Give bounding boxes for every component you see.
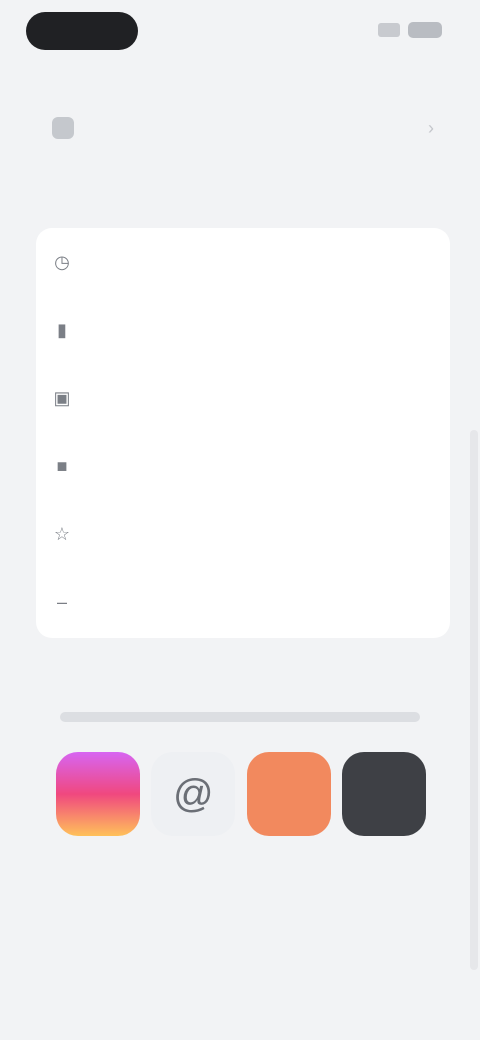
orange-app-icon[interactable] [246, 752, 331, 836]
menu-item-6[interactable]: – [36, 568, 450, 636]
bookmark-icon: ▮ [57, 319, 67, 340]
scrollbar[interactable] [470, 430, 478, 970]
signal-icon [378, 23, 400, 37]
menu-item-5[interactable]: ☆ [36, 500, 450, 568]
star-icon: ☆ [53, 523, 71, 544]
menu-item-1[interactable]: ◷ [36, 228, 450, 296]
status-icons [378, 22, 442, 38]
square-icon: ■ [56, 455, 68, 476]
menu-item-2[interactable]: ▮ [36, 296, 450, 364]
apps-subtitle-placeholder [60, 712, 420, 722]
dark-app-icon[interactable] [341, 752, 426, 836]
archive-icon: ▣ [53, 387, 71, 408]
menu-card: ◷ ▮ ▣ ■ ☆ – [36, 228, 450, 638]
dash-icon: – [56, 591, 67, 612]
battery-icon [408, 22, 442, 38]
instagram-app-icon[interactable] [56, 752, 140, 836]
chevron-right-icon: › [428, 117, 434, 138]
clock-icon: ◷ [54, 251, 70, 272]
menu-item-3[interactable]: ▣ [36, 364, 450, 432]
status-time [26, 12, 138, 50]
apps-row: @ [56, 752, 426, 844]
square-icon [52, 117, 74, 139]
menu-item-4[interactable]: ■ [36, 432, 450, 500]
footer [0, 910, 480, 930]
status-bar [0, 0, 480, 64]
top-item[interactable]: › [40, 108, 440, 148]
threads-app-icon[interactable]: @ [151, 752, 236, 836]
